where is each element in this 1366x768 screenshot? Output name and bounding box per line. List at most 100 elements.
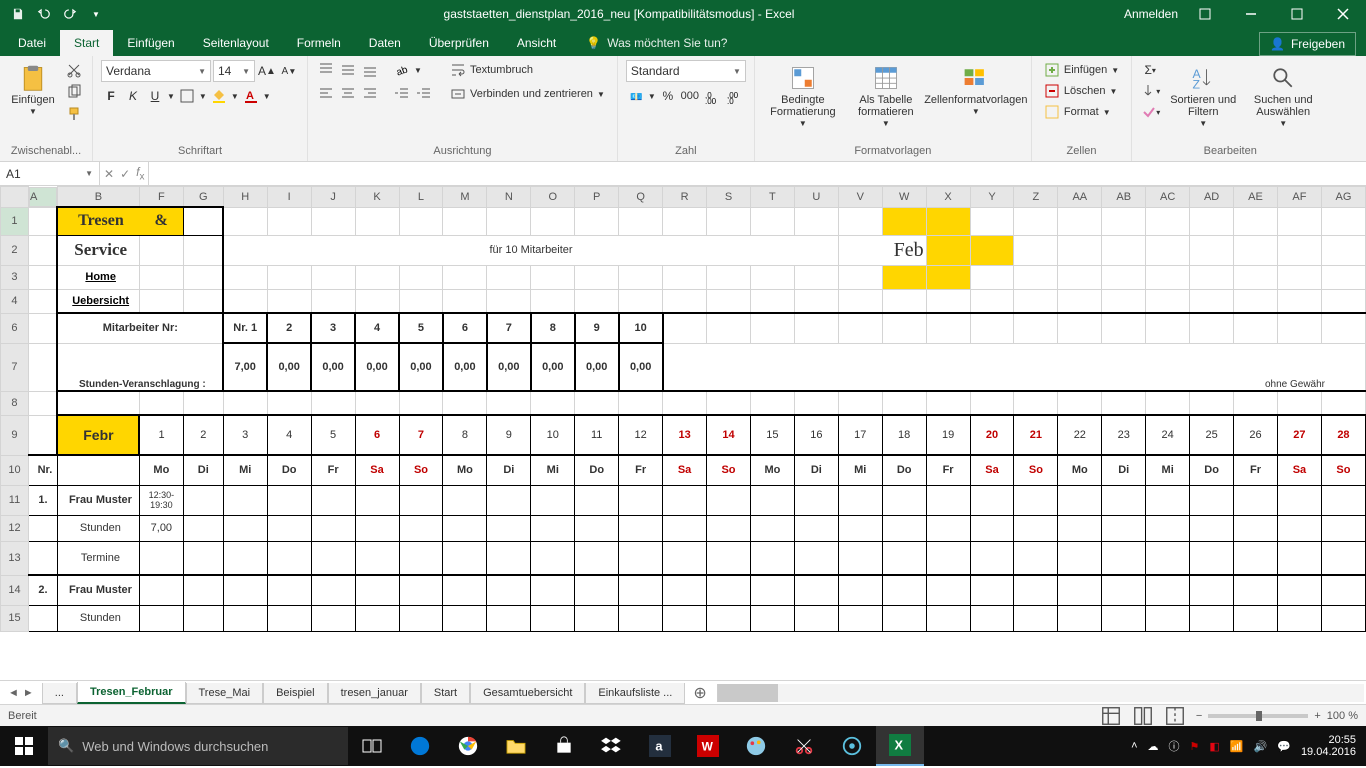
paste-button[interactable]: Einfügen ▼ [8,60,58,117]
minimize-icon[interactable] [1228,0,1274,28]
spreadsheet-grid[interactable]: ABFGHIJKLMNOPQRSTUVWXYZAAABACADAEAFAG1Tr… [0,186,1366,680]
increase-decimal-icon[interactable]: ,0,00 [702,86,722,106]
insert-cells-button[interactable]: Einfügen▼ [1040,60,1123,80]
autosum-icon[interactable]: Σ▾ [1140,60,1160,80]
share-button[interactable]: 👤 Freigeben [1259,32,1356,56]
align-bottom-icon[interactable] [360,60,380,80]
clear-icon[interactable]: ▾ [1140,102,1160,122]
cut-icon[interactable] [64,60,84,80]
percent-icon[interactable]: % [658,86,678,106]
cancel-fx-icon[interactable]: ✕ [104,167,114,181]
fx-icon[interactable]: fx [136,165,144,182]
tab-insert[interactable]: Einfügen [113,30,188,56]
notifications-icon[interactable]: 💬 [1277,740,1291,753]
add-sheet-icon[interactable]: ⊕ [685,683,714,703]
maximize-icon[interactable] [1274,0,1320,28]
delete-cells-button[interactable]: Löschen▼ [1040,81,1122,101]
zoom-in-icon[interactable]: + [1314,710,1320,722]
dropbox-icon[interactable] [588,726,636,766]
save-icon[interactable] [8,4,28,24]
taskbar-search[interactable]: 🔍 Web und Windows durchsuchen [48,727,348,765]
signin-button[interactable]: Anmelden [1124,7,1182,21]
sheet-tab[interactable]: Start [421,683,470,704]
tray-chevron-icon[interactable]: ˄ [1131,740,1137,752]
underline-button[interactable]: U [145,86,165,106]
find-select-button[interactable]: Suchen und Auswählen▼ [1246,60,1320,129]
explorer-icon[interactable] [492,726,540,766]
format-painter-icon[interactable] [64,104,84,124]
zoom-slider[interactable]: − + 100 % [1196,710,1358,722]
increase-font-icon[interactable]: A▲ [257,61,277,81]
italic-button[interactable]: K [123,86,143,106]
align-right-icon[interactable] [360,84,380,104]
decrease-font-icon[interactable]: A▼ [279,61,299,81]
sheet-tab[interactable]: Gesamtuebersicht [470,683,585,704]
comma-icon[interactable]: 000 [680,86,700,106]
sheet-next-icon[interactable]: ► [23,687,34,699]
snipping-icon[interactable] [780,726,828,766]
formula-input[interactable] [149,162,1366,185]
copy-icon[interactable] [64,82,84,102]
tab-file[interactable]: Datei [4,30,60,56]
zoom-level[interactable]: 100 % [1327,710,1358,722]
tab-formulas[interactable]: Formeln [283,30,355,56]
number-format-select[interactable]: Standard▼ [626,60,746,82]
indent-increase-icon[interactable] [414,84,434,104]
sheet-tab[interactable]: Einkaufsliste ... [585,683,685,704]
orientation-icon[interactable]: ab [392,60,412,80]
qat-more-icon[interactable]: ▼ [86,4,106,24]
name-box[interactable]: A1▼ [0,162,100,185]
horizontal-scrollbar[interactable] [717,684,1364,702]
sort-filter-button[interactable]: AZSortieren und Filtern▼ [1166,60,1240,129]
tellme-search[interactable]: 💡 Was möchten Sie tun? [576,30,737,56]
store-icon[interactable] [540,726,588,766]
close-icon[interactable] [1320,0,1366,28]
format-table-button[interactable]: Als Tabelle formatieren▼ [849,60,923,129]
cell-styles-button[interactable]: Zellenformatvorlagen▼ [929,60,1023,117]
align-middle-icon[interactable] [338,60,358,80]
sheet-tab[interactable]: tresen_januar [328,683,421,704]
tab-data[interactable]: Daten [355,30,415,56]
chrome-icon[interactable] [444,726,492,766]
zoom-out-icon[interactable]: − [1196,710,1202,722]
settings-icon[interactable] [828,726,876,766]
page-break-view-icon[interactable] [1164,707,1186,725]
format-cells-button[interactable]: Format▼ [1040,102,1115,122]
sheet-tab[interactable]: ... [42,683,77,704]
font-size-select[interactable]: 14▼ [213,60,255,82]
page-layout-view-icon[interactable] [1132,707,1154,725]
sheet-tab[interactable]: Beispiel [263,683,328,704]
tab-view[interactable]: Ansicht [503,30,570,56]
indent-decrease-icon[interactable] [392,84,412,104]
font-color-icon[interactable]: A [241,86,261,106]
sheet-prev-icon[interactable]: ◄ [8,687,19,699]
system-tray[interactable]: ˄ ☁ ⓘ ⚑ ◧ 📶 🔊 💬 20:55 19.04.2016 [1131,734,1366,758]
shield-icon[interactable]: ⚑ [1190,740,1200,753]
volume-icon[interactable]: 🔊 [1254,740,1268,753]
edge-icon[interactable] [396,726,444,766]
tab-layout[interactable]: Seitenlayout [189,30,283,56]
accounting-icon[interactable]: 💶 [626,86,646,106]
word-icon[interactable]: W [684,726,732,766]
start-button[interactable] [0,726,48,766]
paint-icon[interactable] [732,726,780,766]
normal-view-icon[interactable] [1100,707,1122,725]
sheet-tab-active[interactable]: Tresen_Februar [77,682,186,704]
avira-icon[interactable]: ◧ [1209,740,1219,753]
align-center-icon[interactable] [338,84,358,104]
onedrive-icon[interactable]: ☁ [1148,740,1159,753]
amazon-icon[interactable]: a [636,726,684,766]
ribbon-display-icon[interactable] [1182,0,1228,28]
enter-fx-icon[interactable]: ✓ [120,167,130,181]
undo-icon[interactable] [34,4,54,24]
tab-review[interactable]: Überprüfen [415,30,503,56]
tab-home[interactable]: Start [60,30,113,56]
merge-button[interactable]: Verbinden und zentrieren▼ [446,84,609,104]
conditional-format-button[interactable]: Bedingte Formatierung▼ [763,60,843,129]
border-icon[interactable] [177,86,197,106]
clock[interactable]: 20:55 19.04.2016 [1301,734,1356,758]
info-icon[interactable]: ⓘ [1169,738,1180,754]
align-top-icon[interactable] [316,60,336,80]
excel-icon[interactable]: X [876,726,924,766]
align-left-icon[interactable] [316,84,336,104]
